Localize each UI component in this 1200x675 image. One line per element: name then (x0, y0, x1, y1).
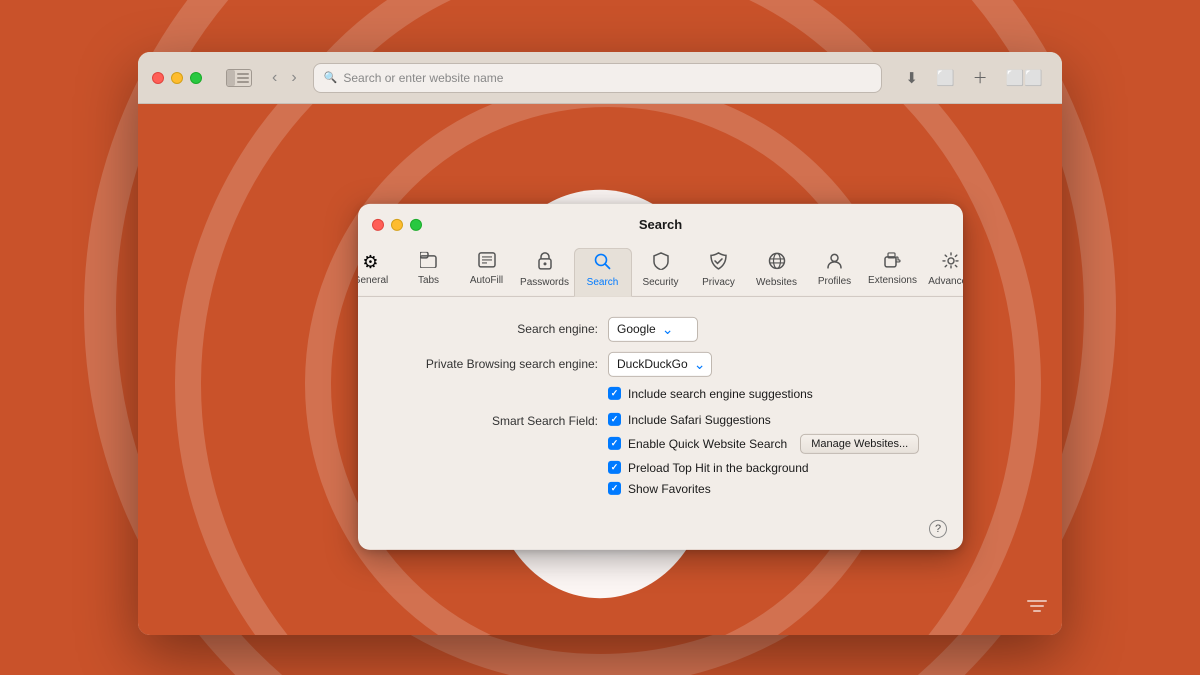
tab-advanced-label: Advanced (928, 275, 963, 286)
tab-passwords[interactable]: Passwords (516, 247, 574, 295)
settings-tab-bar: ⚙ General Tabs AutoFill (358, 241, 963, 296)
include-suggestions-checkbox[interactable] (608, 387, 621, 400)
tab-extensions[interactable]: Extensions (864, 247, 922, 295)
address-bar[interactable]: 🔍 Search or enter website name (313, 63, 883, 93)
browser-window: ‹ › 🔍 Search or enter website name ⬇ ⬜ ＋… (138, 52, 1062, 635)
websites-icon (768, 251, 786, 274)
autofill-icon (478, 251, 496, 272)
preload-top-hit-checkbox[interactable] (608, 461, 621, 474)
panel-form: Search engine: Google ⌄ Private Browsing… (358, 296, 963, 519)
panel-minimize-button[interactable] (391, 218, 403, 230)
include-suggestions-row: Include search engine suggestions (388, 386, 933, 400)
profiles-icon (826, 251, 843, 273)
browser-content: Search ⚙ General Tabs A (138, 104, 1062, 635)
tab-websites-label: Websites (756, 276, 797, 287)
tab-advanced[interactable]: Advanced (922, 247, 964, 295)
search-engine-select[interactable]: Google ⌄ (608, 316, 698, 341)
help-button[interactable]: ? (929, 519, 947, 537)
include-suggestions-label: Include search engine suggestions (628, 386, 813, 400)
privacy-icon (710, 251, 727, 274)
browser-toolbar: ‹ › 🔍 Search or enter website name ⬇ ⬜ ＋… (138, 52, 1062, 104)
advanced-icon (942, 251, 960, 273)
search-icon (594, 252, 611, 274)
tab-extensions-label: Extensions (868, 274, 917, 285)
preload-top-hit-label: Preload Top Hit in the background (628, 460, 809, 474)
tabs-overview-button[interactable]: ⬜⬜ (1001, 66, 1048, 90)
show-favorites-label: Show Favorites (628, 481, 711, 495)
sidebar-toggle-button[interactable] (226, 69, 252, 87)
private-search-select[interactable]: DuckDuckGo ⌄ (608, 351, 712, 376)
quick-website-checkbox[interactable] (608, 437, 621, 450)
panel-title-bar: Search (358, 203, 963, 241)
panel-maximize-button[interactable] (410, 218, 422, 230)
preload-top-hit-row: Preload Top Hit in the background (608, 460, 919, 474)
tab-security[interactable]: Security (632, 247, 690, 295)
forward-button[interactable]: › (285, 67, 302, 89)
manage-websites-button[interactable]: Manage Websites... (800, 433, 919, 453)
tab-general-label: General (358, 274, 388, 285)
safari-suggestions-checkbox[interactable] (608, 413, 621, 426)
security-icon (653, 251, 669, 274)
tab-passwords-label: Passwords (520, 276, 569, 287)
tab-general[interactable]: ⚙ General (358, 247, 400, 295)
private-search-row: Private Browsing search engine: DuckDuck… (388, 351, 933, 376)
include-suggestions-checkbox-row: Include search engine suggestions (608, 386, 813, 400)
private-search-arrow: ⌄ (694, 355, 706, 372)
private-search-value: DuckDuckGo (617, 357, 688, 371)
show-favorites-checkbox[interactable] (608, 482, 621, 495)
browser-traffic-lights (152, 72, 202, 84)
browser-close-button[interactable] (152, 72, 164, 84)
tab-websites[interactable]: Websites (748, 247, 806, 295)
private-search-label: Private Browsing search engine: (388, 357, 598, 371)
general-icon: ⚙ (362, 251, 378, 272)
new-tab-button[interactable]: ＋ (968, 64, 993, 91)
search-engine-value: Google (617, 322, 656, 336)
smart-search-row: Smart Search Field: Include Safari Sugge… (388, 412, 933, 495)
smart-search-options: Include Safari Suggestions Enable Quick … (608, 412, 919, 495)
share-button[interactable]: ⬜ (931, 66, 960, 90)
tab-autofill-label: AutoFill (470, 274, 503, 285)
toolbar-actions: ⬇ ⬜ ＋ ⬜⬜ (900, 64, 1048, 91)
panel-title: Search (639, 216, 682, 231)
settings-panel: Search ⚙ General Tabs A (358, 203, 963, 549)
tab-autofill[interactable]: AutoFill (458, 247, 516, 295)
browser-maximize-button[interactable] (190, 72, 202, 84)
tab-privacy[interactable]: Privacy (690, 247, 748, 295)
panel-footer: ? (358, 519, 963, 549)
tab-security-label: Security (642, 276, 678, 287)
panel-traffic-lights (372, 218, 422, 230)
show-favorites-row: Show Favorites (608, 481, 919, 495)
quick-website-label: Enable Quick Website Search (628, 436, 787, 450)
search-engine-arrow: ⌄ (662, 320, 674, 337)
browser-minimize-button[interactable] (171, 72, 183, 84)
downloads-button[interactable]: ⬇ (900, 66, 923, 90)
panel-close-button[interactable] (372, 218, 384, 230)
tab-search[interactable]: Search (574, 247, 632, 296)
extensions-icon (884, 251, 902, 272)
search-engine-label: Search engine: (388, 322, 598, 336)
search-engine-row: Search engine: Google ⌄ (388, 316, 933, 341)
tab-tabs-label: Tabs (418, 274, 439, 285)
tab-profiles[interactable]: Profiles (806, 247, 864, 295)
safari-suggestions-row: Include Safari Suggestions (608, 412, 919, 426)
passwords-icon (538, 251, 552, 274)
tab-profiles-label: Profiles (818, 275, 851, 286)
back-button[interactable]: ‹ (266, 67, 283, 89)
tab-privacy-label: Privacy (702, 276, 735, 287)
safari-suggestions-label: Include Safari Suggestions (628, 412, 771, 426)
tabs-icon (420, 251, 438, 272)
smart-search-label: Smart Search Field: (388, 412, 598, 427)
filter-icon (1026, 597, 1048, 621)
quick-website-row: Enable Quick Website Search Manage Websi… (608, 433, 919, 453)
nav-buttons: ‹ › (266, 67, 303, 89)
tab-tabs[interactable]: Tabs (400, 247, 458, 295)
tab-search-label: Search (587, 276, 619, 287)
address-bar-placeholder: Search or enter website name (343, 71, 503, 85)
